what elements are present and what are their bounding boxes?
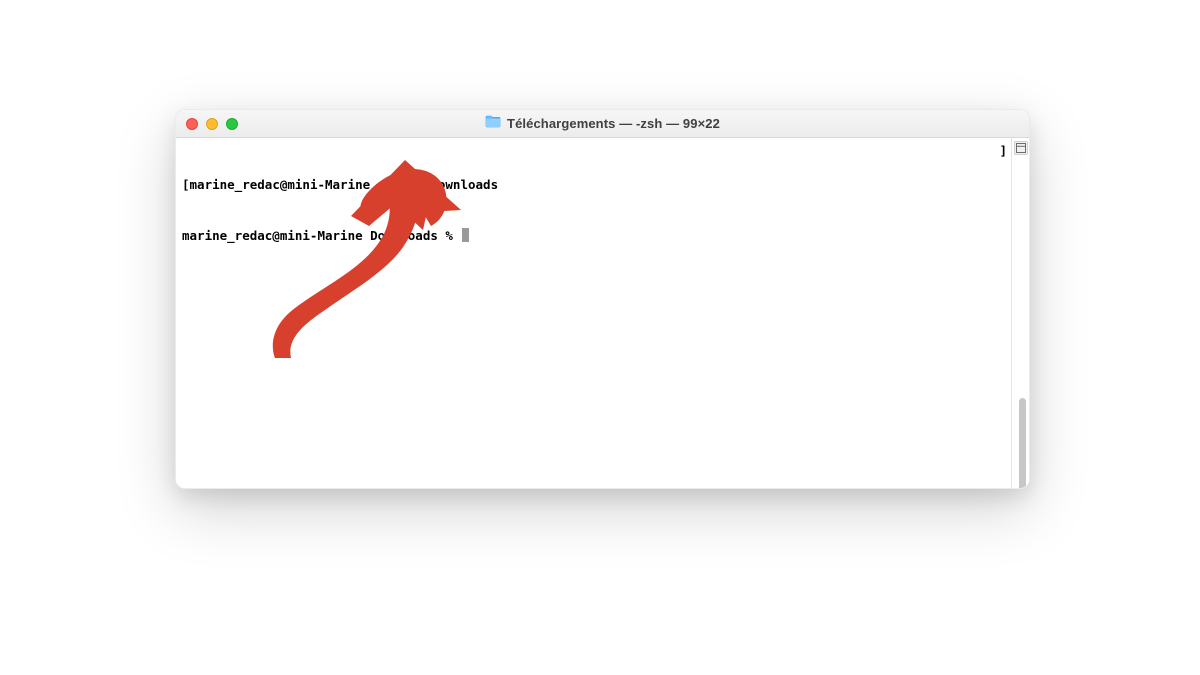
terminal-window: Téléchargements — -zsh — 99×22 [marine_r… bbox=[175, 109, 1030, 489]
terminal-line-2: marine_redac@mini-Marine Downloads % bbox=[182, 227, 1005, 244]
cursor-icon bbox=[462, 228, 469, 242]
window-title: Téléchargements — -zsh — 99×22 bbox=[507, 116, 720, 131]
scrollbar-thumb[interactable] bbox=[1019, 398, 1026, 489]
terminal-right-gutter bbox=[1011, 138, 1029, 488]
minimize-button[interactable] bbox=[206, 118, 218, 130]
terminal-content[interactable]: [marine_redac@mini-Marine ~ % cd Downloa… bbox=[176, 138, 1011, 488]
command-text: cd Downloads bbox=[408, 177, 498, 192]
close-button[interactable] bbox=[186, 118, 198, 130]
prompt-text: marine_redac@mini-Marine Downloads % bbox=[182, 228, 460, 243]
prompt-bracket-close: ] bbox=[999, 142, 1007, 159]
window-title-area: Téléchargements — -zsh — 99×22 bbox=[176, 115, 1029, 133]
window-titlebar[interactable]: Téléchargements — -zsh — 99×22 bbox=[176, 110, 1029, 138]
terminal-body: [marine_redac@mini-Marine ~ % cd Downloa… bbox=[176, 138, 1029, 488]
terminal-line-1: [marine_redac@mini-Marine ~ % cd Downloa… bbox=[182, 176, 1005, 193]
panel-toggle-button[interactable] bbox=[1014, 141, 1028, 155]
traffic-lights bbox=[186, 118, 238, 130]
folder-icon bbox=[485, 115, 501, 133]
maximize-button[interactable] bbox=[226, 118, 238, 130]
prompt-text: marine_redac@mini-Marine ~ % bbox=[190, 177, 408, 192]
prompt-bracket-open: [ bbox=[182, 177, 190, 192]
